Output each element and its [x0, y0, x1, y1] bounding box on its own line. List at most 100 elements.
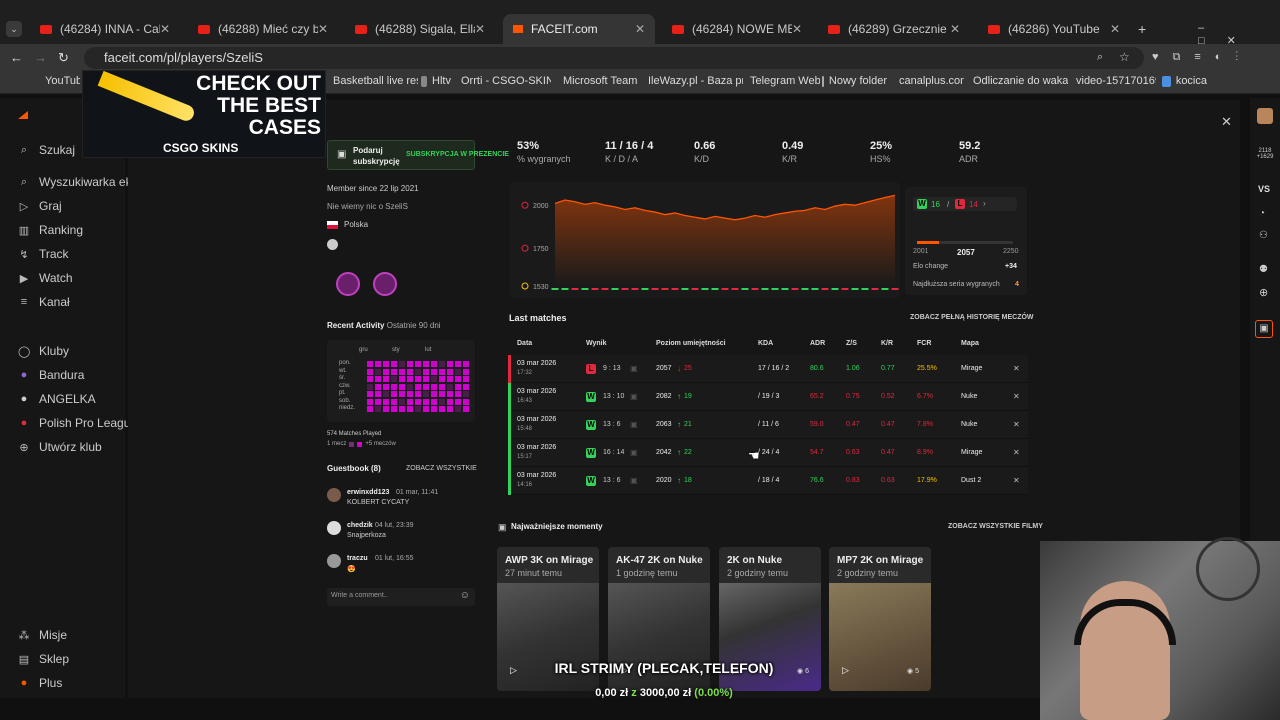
guest-name[interactable]: traczu — [347, 555, 368, 562]
extension-icons[interactable]: ♥⧉≡◐⋮ — [1152, 51, 1252, 64]
vs-icon[interactable]: VS — [1258, 184, 1270, 194]
calendar-cell[interactable] — [383, 398, 389, 405]
calendar-cell[interactable] — [383, 376, 389, 382]
browser-tab[interactable]: (46286) YouTube ✕ — [978, 14, 1130, 44]
calendar-cell[interactable] — [455, 391, 461, 397]
tab-close-icon[interactable]: ✕ — [475, 22, 485, 36]
bookmark-item[interactable]: video-1571701694 — [1071, 75, 1156, 87]
calendar-cell[interactable] — [415, 406, 421, 412]
calendar-cell[interactable] — [367, 361, 373, 367]
calendar-cell[interactable] — [367, 383, 373, 390]
party-icon[interactable]: ⚉ — [1259, 264, 1268, 275]
match-share-icon[interactable]: ▣ — [630, 364, 638, 373]
calendar-cell[interactable] — [391, 391, 397, 397]
calendar-cell[interactable] — [447, 391, 453, 397]
expand-icon[interactable]: ✕ — [1013, 364, 1020, 373]
win-loss-record[interactable]: W 16 / L 14 › — [913, 197, 1017, 211]
bookmark-item[interactable]: Nowy folder — [822, 75, 887, 87]
guest-name[interactable]: erwinxdd123 — [347, 489, 389, 496]
steam-icon[interactable] — [327, 239, 338, 250]
faceit-logo[interactable] — [18, 111, 28, 119]
calendar-cell[interactable] — [431, 398, 437, 405]
calendar-cell[interactable] — [407, 406, 413, 412]
calendar-cell[interactable] — [463, 391, 469, 397]
tab-search-button[interactable]: ⌄ — [6, 21, 22, 37]
expand-icon[interactable]: ✕ — [1013, 448, 1020, 457]
calendar-cell[interactable] — [423, 406, 429, 412]
calendar-cell[interactable] — [439, 376, 445, 382]
browser-tab[interactable]: (46284) INNA - Caliente (SINDR✕ — [30, 14, 180, 44]
badge-2-icon[interactable] — [373, 272, 397, 296]
club-item[interactable]: ● Bandura — [18, 368, 85, 382]
calendar-cell[interactable] — [463, 383, 469, 390]
table-row[interactable]: 03 mar 2026 14:16 W 13 : 6 ▣ 2020 ↑ 18 / 18 / 4 7… — [508, 467, 1028, 495]
back-icon[interactable]: ← — [10, 50, 23, 65]
match-share-icon[interactable]: ▣ — [630, 392, 638, 401]
nav-item[interactable]: ▶ Watch — [18, 271, 73, 285]
bookmark-item[interactable]: Orrti - CSGO-SKINS... — [456, 75, 551, 87]
calendar-cell[interactable] — [439, 398, 445, 405]
calendar-cell[interactable] — [407, 383, 413, 390]
calendar-cell[interactable] — [399, 383, 405, 390]
calendar-cell[interactable] — [463, 376, 469, 382]
calendar-cell[interactable] — [463, 406, 469, 412]
calendar-cell[interactable] — [399, 391, 405, 397]
calendar-cell[interactable] — [447, 376, 453, 382]
calendar-cell[interactable] — [439, 406, 445, 412]
calendar-cell[interactable] — [439, 383, 445, 390]
match-share-icon[interactable]: ▣ — [630, 476, 638, 485]
calendar-cell[interactable] — [367, 398, 373, 405]
club-item[interactable]: ● ANGELKA — [18, 392, 96, 406]
table-row[interactable]: 03 mar 2026 15:48 W 13 : 6 ▣ 2063 ↑ 21 / 11 / 6 5… — [508, 411, 1028, 439]
zoom-icon[interactable]: ⌕ — [1097, 51, 1103, 64]
calendar-cell[interactable] — [383, 368, 389, 375]
expand-icon[interactable]: ✕ — [1013, 392, 1020, 401]
calendar-cell[interactable] — [463, 368, 469, 375]
table-row[interactable]: 03 mar 2026 16:43 W 13 : 10 ▣ 2082 ↑ 19 / 19 / 3… — [508, 383, 1028, 411]
calendar-cell[interactable] — [431, 383, 437, 390]
table-row[interactable]: 03 mar 2026 15:17 W 16 : 14 ▣ 2042 ↑ 22 / 24 / 4… — [508, 439, 1028, 467]
calendar-cell[interactable] — [447, 361, 453, 367]
expand-icon[interactable]: ✕ — [1013, 476, 1020, 485]
bookmark-item[interactable]: Microsoft Teams — [558, 75, 638, 87]
calendar-cell[interactable] — [415, 383, 421, 390]
calendar-cell[interactable] — [423, 398, 429, 405]
browser-tab[interactable]: (46284) NOWE MENU - YouTub✕ — [662, 14, 812, 44]
csgo-skins-ad[interactable]: CHECK OUT THE BEST CASES CSGO SKINS — [82, 70, 326, 158]
friends-icon[interactable]: ⚇ — [1259, 230, 1268, 241]
club-item[interactable]: ◯ Kluby — [18, 344, 69, 358]
browser-tab[interactable]: FACEIT.com ✕ — [503, 14, 655, 44]
tab-close-icon[interactable]: ✕ — [1110, 22, 1120, 36]
calendar-cell[interactable] — [447, 383, 453, 390]
calendar-cell[interactable] — [423, 383, 429, 390]
calendar-cell[interactable] — [423, 368, 429, 375]
calendar-cell[interactable] — [439, 361, 445, 367]
calendar-cell[interactable] — [375, 391, 381, 397]
nav-bottom-item[interactable]: ● Plus — [18, 676, 63, 690]
calendar-cell[interactable] — [455, 376, 461, 382]
play-icon[interactable]: ▷ — [842, 665, 849, 676]
tab-close-icon[interactable]: ✕ — [950, 22, 960, 36]
calendar-cell[interactable] — [391, 406, 397, 412]
calendar-cell[interactable] — [399, 376, 405, 382]
calendar-cell[interactable] — [447, 406, 453, 412]
calendar-cell[interactable] — [455, 361, 461, 367]
close-icon[interactable]: ✕ — [1221, 114, 1232, 130]
calendar-cell[interactable] — [399, 398, 405, 405]
calendar-cell[interactable] — [431, 391, 437, 397]
calendar-cell[interactable] — [439, 391, 445, 397]
gift-subscription-box[interactable]: ▣ Podaruj subskrypcję SUBSKRYPCJA W PREZ… — [327, 140, 509, 170]
calendar-cell[interactable] — [383, 406, 389, 412]
calendar-cell[interactable] — [431, 361, 437, 367]
comment-input[interactable]: Write a comment.. ☺ — [327, 588, 475, 606]
calendar-cell[interactable] — [407, 398, 413, 405]
forward-icon[interactable]: → — [34, 50, 47, 65]
nav-item[interactable]: ▥ Ranking — [18, 223, 83, 237]
highlights-view-all[interactable]: ZOBACZ WSZYSTKIE FILMY — [948, 523, 1043, 530]
address-bar[interactable]: faceit.com/pl/players/SzeliS — [84, 47, 1144, 69]
bookmark-item[interactable]: Hltv — [421, 75, 451, 87]
guestbook-view-all[interactable]: ZOBACZ WSZYSTKIE — [406, 465, 477, 472]
calendar-cell[interactable] — [391, 368, 397, 375]
expand-icon[interactable]: ✕ — [1013, 420, 1020, 429]
calendar-cell[interactable] — [391, 361, 397, 367]
